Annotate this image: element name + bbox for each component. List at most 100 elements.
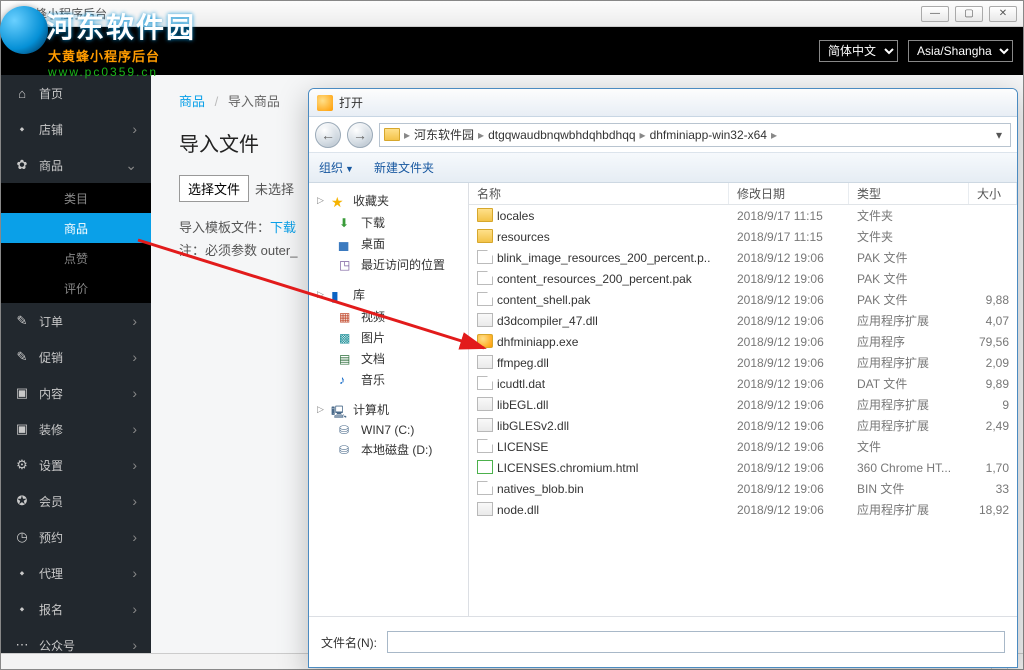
col-name[interactable]: 名称 — [469, 183, 729, 204]
app-titlebar[interactable]: 大黄蜂小程序后台 — ▢ ✕ — [1, 1, 1023, 27]
sidebar-item[interactable]: ⬩店铺 — [1, 111, 151, 147]
file-rows: locales2018/9/17 11:15文件夹resources2018/9… — [469, 205, 1017, 616]
file-row[interactable]: locales2018/9/17 11:15文件夹 — [469, 205, 1017, 226]
col-size[interactable]: 大小 — [969, 183, 1017, 204]
file-row[interactable]: icudtl.dat2018/9/12 19:06DAT 文件9,89 — [469, 373, 1017, 394]
exe-icon — [477, 334, 493, 348]
sidebar-label: 预约 — [39, 529, 63, 546]
sidebar-item[interactable]: ◷ 预约 — [1, 519, 151, 555]
sidebar-label: 内容 — [39, 385, 63, 402]
address-bar[interactable]: ▸ 河东软件园 ▸ dtgqwaudbnqwbhdqhbdhqq ▸ dhfmi… — [379, 123, 1011, 147]
titlebar-text: 大黄蜂小程序后台 — [11, 5, 107, 22]
sidebar-item[interactable]: ⌂首页 — [1, 75, 151, 111]
sidebar-item[interactable]: ⬩报名 — [1, 591, 151, 627]
folder-tree: ▷★收藏夹 ⬇下载 ▅桌面 ◳最近访问的位置 ▷▮库 ▦视频 ▩图片 ▤文档 ♪… — [309, 183, 469, 616]
sidebar-icon: ⋯ — [15, 637, 29, 653]
file-row[interactable]: natives_blob.bin2018/9/12 19:06BIN 文件33 — [469, 478, 1017, 499]
sidebar-item[interactable]: ✎订单 — [1, 303, 151, 339]
sidebar-icon: ✪ — [15, 493, 29, 509]
tree-item-recent[interactable]: ◳最近访问的位置 — [309, 254, 468, 275]
breadcrumb-current: 导入商品 — [228, 94, 280, 109]
file-row[interactable]: blink_image_resources_200_percent.p..201… — [469, 247, 1017, 268]
recent-icon: ◳ — [339, 258, 355, 272]
sidebar-label: 装修 — [39, 421, 63, 438]
language-select[interactable]: 简体中文 — [819, 40, 898, 62]
file-row[interactable]: dhfminiapp.exe2018/9/12 19:06应用程序79,56 — [469, 331, 1017, 352]
tree-item-documents[interactable]: ▤文档 — [309, 348, 468, 369]
chevron-right-icon: ▸ — [478, 128, 484, 142]
file-row[interactable]: content_shell.pak2018/9/12 19:06PAK 文件9,… — [469, 289, 1017, 310]
col-type[interactable]: 类型 — [849, 183, 969, 204]
file-row[interactable]: LICENSE2018/9/12 19:06文件 — [469, 436, 1017, 457]
new-folder-button[interactable]: 新建文件夹 — [374, 159, 434, 176]
sidebar-icon: ⬩ — [15, 565, 29, 581]
organize-menu[interactable]: 组织▼ — [319, 159, 354, 176]
html-icon — [477, 460, 493, 474]
sidebar-icon: ⌂ — [15, 86, 29, 101]
close-button[interactable]: ✕ — [989, 6, 1017, 22]
sidebar-item[interactable]: ⬩ 代理 — [1, 555, 151, 591]
file-row[interactable]: resources2018/9/17 11:15文件夹 — [469, 226, 1017, 247]
sidebar-item[interactable]: ✿商品 — [1, 147, 151, 183]
dialog-body: ▷★收藏夹 ⬇下载 ▅桌面 ◳最近访问的位置 ▷▮库 ▦视频 ▩图片 ▤文档 ♪… — [309, 183, 1017, 616]
sidebar-label: 店铺 — [39, 121, 63, 138]
crumb-seg[interactable]: dhfminiapp-win32-x64 — [648, 128, 769, 142]
file-icon — [477, 271, 493, 285]
filename-input[interactable] — [387, 631, 1005, 653]
sidebar-item[interactable]: ✪会员 — [1, 483, 151, 519]
download-template-link[interactable]: 下载 — [270, 220, 296, 235]
sidebar-item[interactable]: ▣内容 — [1, 375, 151, 411]
dialog-titlebar[interactable]: 打开 — [309, 89, 1017, 117]
sidebar-item[interactable]: ✎促销 — [1, 339, 151, 375]
tree-libraries[interactable]: ▷▮库 — [309, 283, 468, 306]
dialog-bottom: 文件名(N): — [309, 616, 1017, 667]
minimize-button[interactable]: — — [921, 6, 949, 22]
chevron-right-icon: ▸ — [771, 128, 777, 142]
crumb-seg[interactable]: 河东软件园 — [412, 126, 476, 143]
sidebar-subitem[interactable]: 类目 — [1, 183, 151, 213]
sidebar-subitem[interactable]: 评价 — [1, 273, 151, 303]
nav-forward-button[interactable]: → — [347, 122, 373, 148]
sidebar-item[interactable]: ⚙设置 — [1, 447, 151, 483]
file-row[interactable]: ffmpeg.dll2018/9/12 19:06应用程序扩展2,09 — [469, 352, 1017, 373]
file-row[interactable]: d3dcompiler_47.dll2018/9/12 19:06应用程序扩展4… — [469, 310, 1017, 331]
tree-computer[interactable]: ▷🖳计算机 — [309, 398, 468, 421]
app-header: 简体中文 Asia/Shangha — [1, 27, 1023, 75]
sidebar-label: 设置 — [39, 457, 63, 474]
tree-item-videos[interactable]: ▦视频 — [309, 306, 468, 327]
file-row[interactable]: libGLESv2.dll2018/9/12 19:06应用程序扩展2,49 — [469, 415, 1017, 436]
crumb-seg[interactable]: dtgqwaudbnqwbhdqhbdhqq — [486, 128, 637, 142]
sidebar-label: 代理 — [39, 565, 63, 582]
file-row[interactable]: LICENSES.chromium.html2018/9/12 19:06360… — [469, 457, 1017, 478]
folder-icon — [384, 128, 400, 141]
tree-item-drive-c[interactable]: ⛁WIN7 (C:) — [309, 421, 468, 439]
filename-label: 文件名(N): — [321, 634, 377, 651]
maximize-button[interactable]: ▢ — [955, 6, 983, 22]
tree-item-downloads[interactable]: ⬇下载 — [309, 212, 468, 233]
sidebar-subitem[interactable]: 点赞 — [1, 243, 151, 273]
file-row[interactable]: node.dll2018/9/12 19:06应用程序扩展18,92 — [469, 499, 1017, 520]
sidebar-item[interactable]: ⋯ 公众号 — [1, 627, 151, 653]
sidebar-icon: ◷ — [15, 529, 29, 545]
file-row[interactable]: content_resources_200_percent.pak2018/9/… — [469, 268, 1017, 289]
breadcrumb-root[interactable]: 商品 — [179, 94, 205, 109]
sidebar-label: 公众号 — [39, 637, 75, 654]
drive-icon: ⛁ — [339, 443, 355, 457]
file-open-dialog: 打开 ← → ▸ 河东软件园 ▸ dtgqwaudbnqwbhdqhbdhqq … — [308, 88, 1018, 668]
tree-item-pictures[interactable]: ▩图片 — [309, 327, 468, 348]
file-icon — [477, 376, 493, 390]
col-date[interactable]: 修改日期 — [729, 183, 849, 204]
nav-back-button[interactable]: ← — [315, 122, 341, 148]
address-dropdown-icon[interactable]: ▾ — [992, 128, 1006, 142]
tree-item-desktop[interactable]: ▅桌面 — [309, 233, 468, 254]
tree-item-music[interactable]: ♪音乐 — [309, 369, 468, 390]
sidebar-subitem[interactable]: 商品 — [1, 213, 151, 243]
timezone-select[interactable]: Asia/Shangha — [908, 40, 1013, 62]
tree-favorites[interactable]: ▷★收藏夹 — [309, 189, 468, 212]
choose-file-button[interactable]: 选择文件 — [179, 175, 249, 202]
tree-item-drive-d[interactable]: ⛁本地磁盘 (D:) — [309, 439, 468, 460]
sidebar-icon: ✿ — [15, 157, 29, 173]
sidebar-item[interactable]: ▣装修 — [1, 411, 151, 447]
sidebar-icon: ✎ — [15, 349, 29, 365]
file-row[interactable]: libEGL.dll2018/9/12 19:06应用程序扩展9 — [469, 394, 1017, 415]
